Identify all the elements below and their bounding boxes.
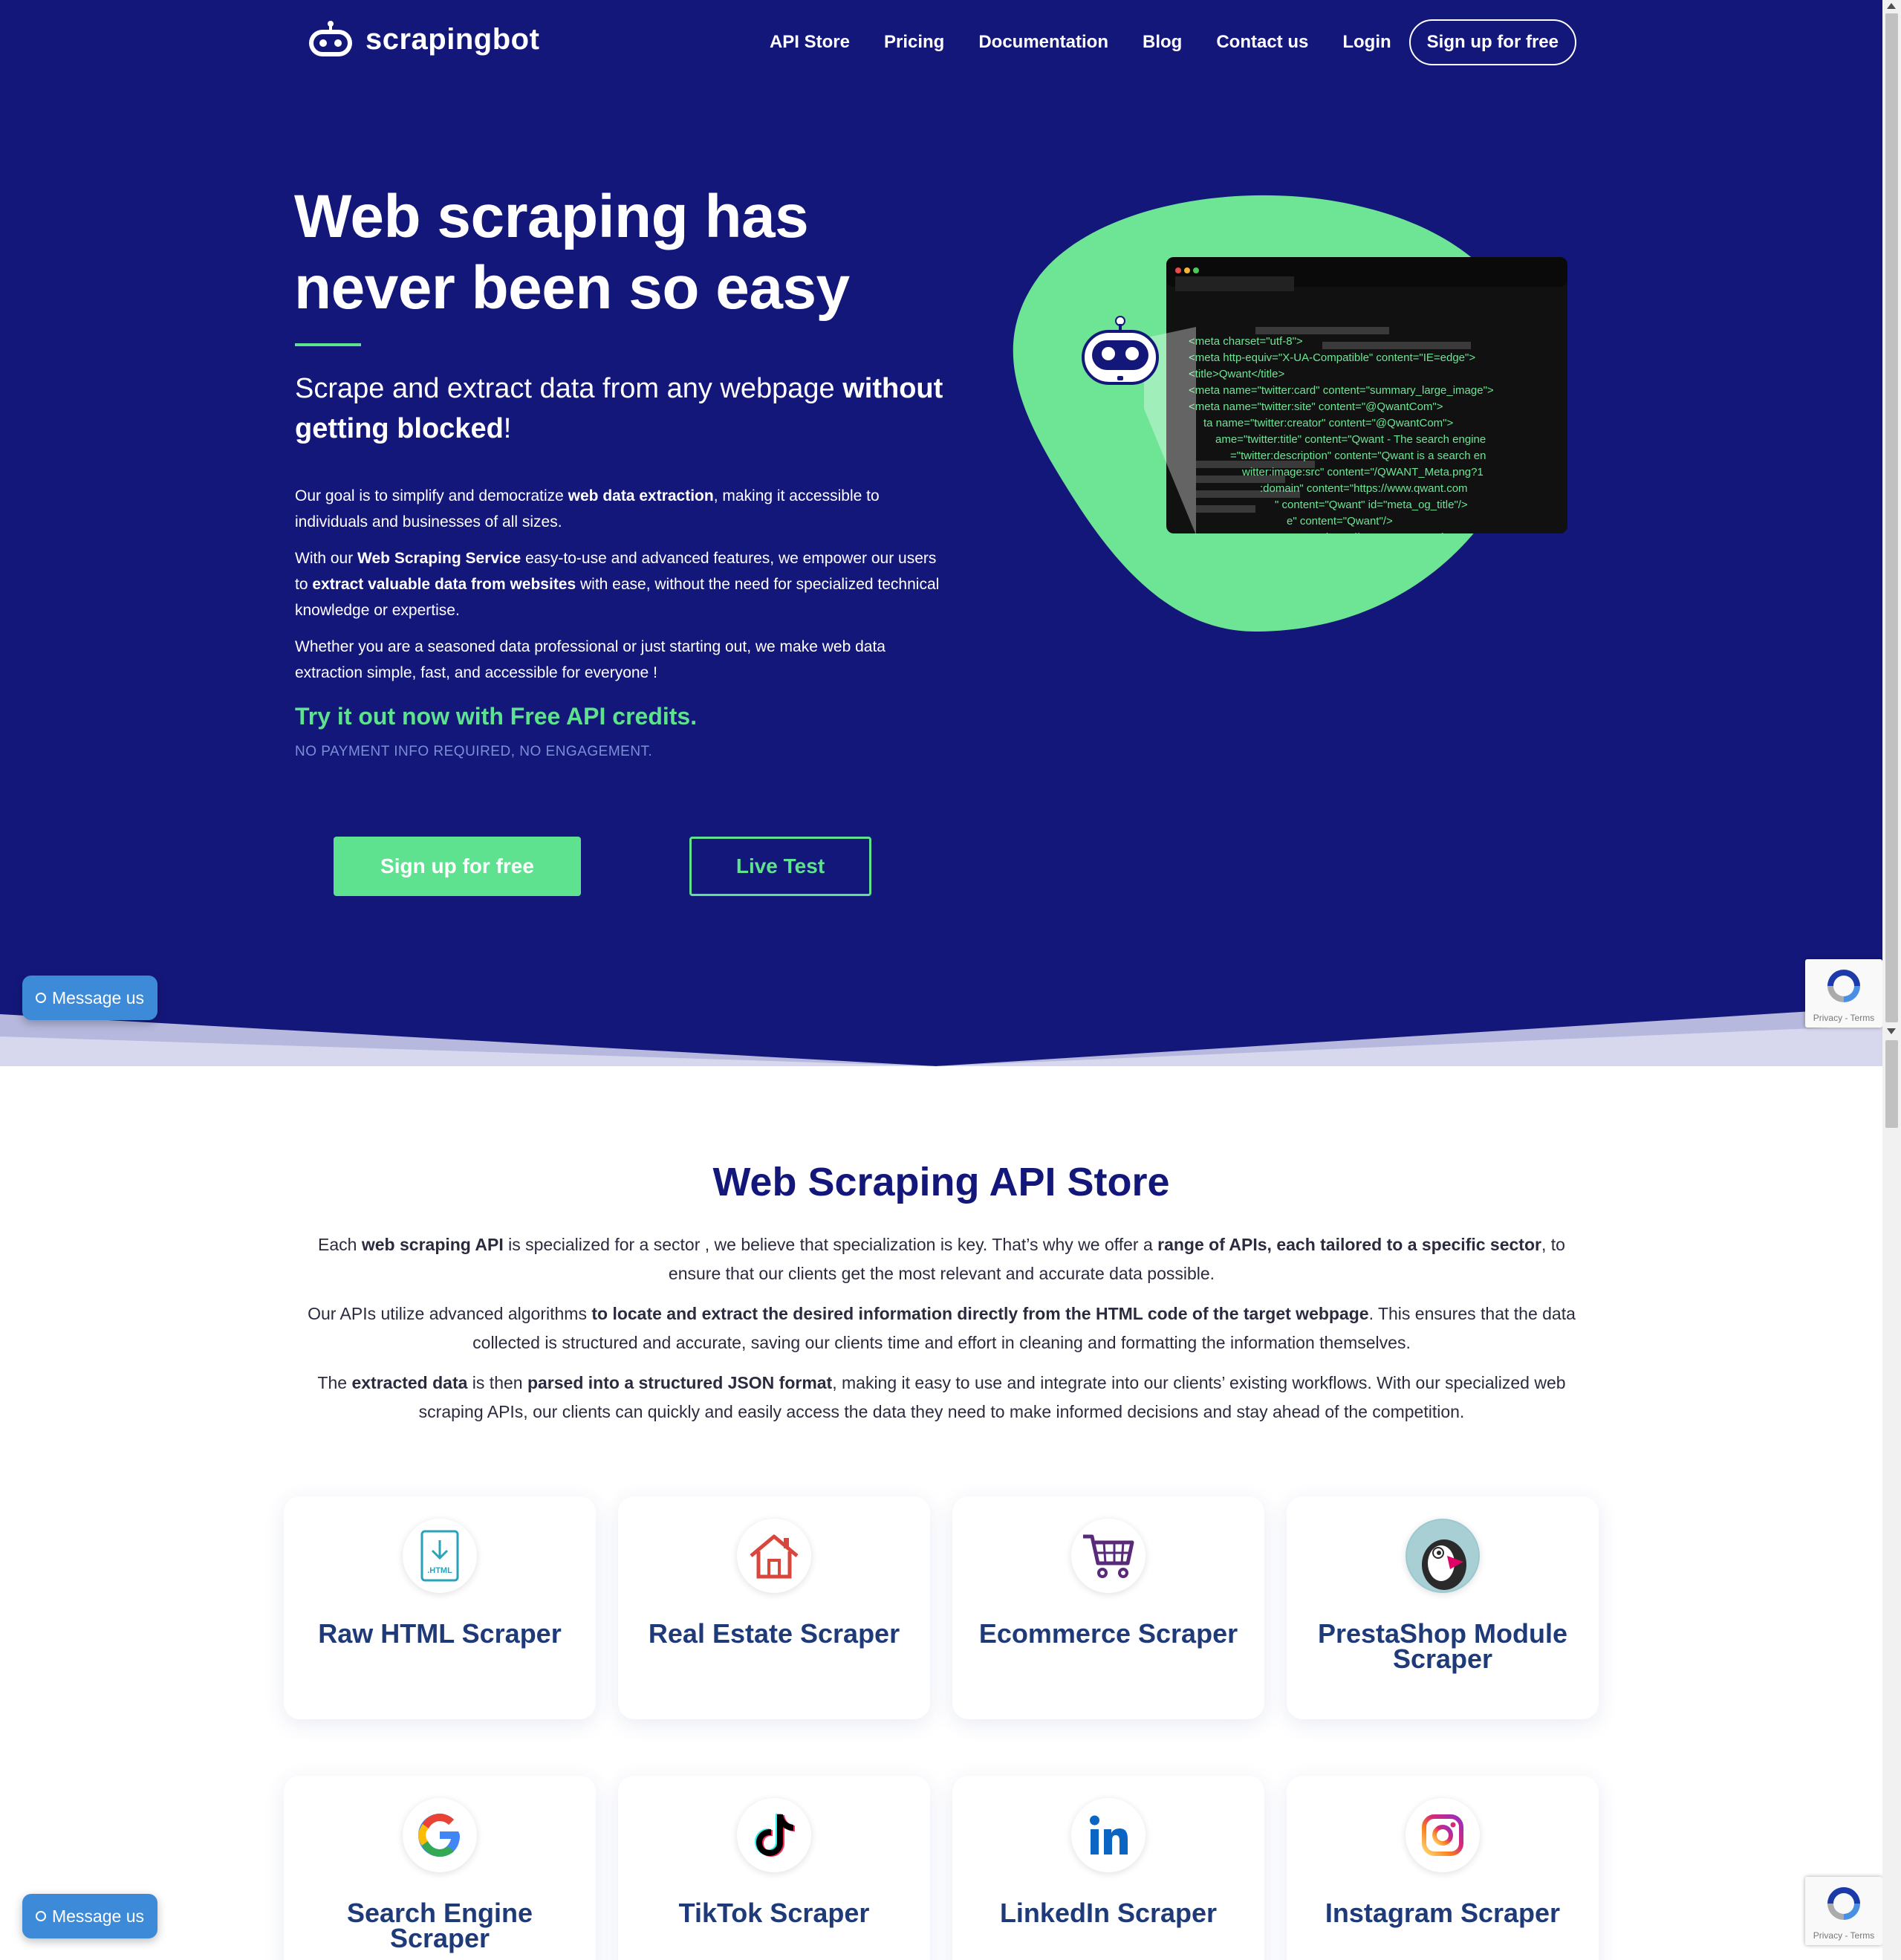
top-navbar: scrapingbot API Store Pricing Documentat…	[0, 0, 1882, 83]
hero-title-underline	[295, 343, 361, 346]
code-line: <meta charset="utf-8">	[1189, 335, 1303, 348]
hero-paragraph-1: Our goal is to simplify and democratize …	[295, 487, 880, 530]
card-title: LinkedIn Scraper	[999, 1898, 1218, 1928]
nav-link-documentation[interactable]: Documentation	[978, 32, 1108, 53]
hero-subtitle-end: !	[503, 413, 512, 444]
robot-logo-icon	[309, 21, 352, 56]
nav-link-api-store[interactable]: API Store	[770, 32, 850, 53]
code-line: ="twitter:description" content="Qwant is…	[1230, 450, 1486, 462]
card-instagram-scraper[interactable]: Instagram Scraper	[1287, 1776, 1599, 1960]
hero-body-text: Our goal is to simplify and democratize …	[295, 483, 949, 696]
card-title: Instagram Scraper	[1325, 1898, 1561, 1928]
hero-paragraph-3: Whether you are a seasoned data professi…	[295, 638, 885, 681]
card-title: PrestaShop Module Scraper	[1317, 1618, 1568, 1674]
code-line: :domain" content="https://www.qwant.com	[1260, 482, 1468, 495]
nav-links: API Store Pricing Documentation Blog Con…	[735, 19, 1576, 65]
brand-logo[interactable]: scrapingbot	[306, 19, 539, 59]
nav-link-login[interactable]: Login	[1342, 32, 1391, 53]
live-test-button[interactable]: Live Test	[689, 837, 871, 896]
code-line: <title>Qwant</title>	[1189, 368, 1284, 380]
google-icon	[403, 1798, 477, 1872]
hero-signup-button[interactable]: Sign up for free	[334, 837, 581, 896]
svg-text:.HTML: .HTML	[427, 1566, 452, 1575]
recaptcha-badge-bottom[interactable]: Privacy - Terms	[1805, 1877, 1882, 1945]
page-scrollbar[interactable]	[1882, 0, 1901, 1960]
recaptcha-icon	[1827, 970, 1860, 1002]
message-us-button-bottom[interactable]: Message us	[22, 1894, 157, 1938]
card-raw-html-scraper[interactable]: .HTML Raw HTML Scraper	[284, 1496, 596, 1719]
card-real-estate-scraper[interactable]: Real Estate Scraper	[618, 1496, 930, 1719]
card-title: Raw HTML Scraper	[318, 1618, 562, 1649]
nav-link-blog[interactable]: Blog	[1143, 32, 1182, 53]
hero-title: Web scraping has never been so easy	[294, 183, 850, 322]
card-prestashop-module-scraper[interactable]: PrestaShop Module Scraper	[1287, 1496, 1599, 1719]
scroll-down-arrow-icon[interactable]	[1887, 1028, 1896, 1034]
chat-bubble-icon	[35, 1911, 46, 1921]
api-store-title: Web Scraping API Store	[712, 1160, 1170, 1204]
recaptcha-label[interactable]: Privacy - Terms	[1805, 1013, 1882, 1023]
recaptcha-label[interactable]: Privacy - Terms	[1805, 1930, 1882, 1941]
hero-wave-divider	[0, 1007, 1882, 1066]
card-tiktok-scraper[interactable]: TikTok Scraper	[618, 1776, 930, 1960]
scrollbar-thumb[interactable]	[1885, 13, 1898, 1022]
chat-bubble-icon	[35, 993, 46, 1003]
code-line: e" content="Qwant"/>	[1287, 515, 1393, 528]
html-file-icon: .HTML	[403, 1519, 477, 1593]
message-us-button[interactable]: Message us	[22, 976, 157, 1020]
message-us-label: Message us	[51, 987, 144, 1007]
card-title: Search Engine Scraper	[346, 1898, 533, 1953]
code-line: witter:image:src" content="/QWANT_Meta.p…	[1241, 466, 1484, 478]
card-title: Ecommerce Scraper	[978, 1618, 1238, 1649]
code-line: ta name="twitter:creator" content="@Qwan…	[1203, 417, 1453, 429]
code-line: <meta name="twitter:site" content="@Qwan…	[1189, 400, 1443, 413]
house-icon	[737, 1519, 811, 1593]
card-title: Real Estate Scraper	[648, 1618, 900, 1649]
hero-illustration: <meta charset="utf-8"> <meta http-equiv="…	[1013, 195, 1567, 632]
store-paragraph-1: Each web scraping API is specialized for…	[318, 1235, 1565, 1283]
instagram-icon	[1406, 1798, 1480, 1872]
free-credits-subtitle: NO PAYMENT INFO REQUIRED, NO ENGAGEMENT.	[295, 744, 653, 759]
shopping-cart-icon	[1071, 1519, 1146, 1593]
card-title: TikTok Scraper	[678, 1898, 870, 1928]
code-line: " content="Qwant" id="meta_og_title"/>	[1275, 499, 1468, 511]
hero-subtitle: Scrape and extract data from any webpage…	[295, 369, 964, 449]
scrollbar-thumb-lower[interactable]	[1885, 1040, 1898, 1128]
store-paragraph-2: Our APIs utilize advanced algorithms to …	[308, 1304, 1576, 1352]
hero-paragraph-2: With our Web Scraping Service easy-to-us…	[295, 550, 940, 619]
hero-subtitle-plain: Scrape and extract data from any webpage	[295, 373, 843, 404]
code-line: ame="twitter:title" content="Qwant - The…	[1215, 433, 1486, 446]
card-search-engine-scraper[interactable]: Search Engine Scraper	[284, 1776, 596, 1960]
scroll-up-arrow-icon[interactable]	[1887, 3, 1896, 9]
hero-section: scrapingbot API Store Pricing Documentat…	[0, 0, 1882, 1066]
tiktok-icon	[737, 1798, 811, 1872]
recaptcha-icon	[1827, 1887, 1860, 1920]
nav-signup-button[interactable]: Sign up for free	[1408, 19, 1576, 65]
api-store-description: Each web scraping API is specialized for…	[297, 1230, 1586, 1438]
linkedin-icon	[1071, 1798, 1146, 1872]
code-line: <meta http-equiv="X-UA-Compatible" conte…	[1189, 351, 1475, 364]
recaptcha-badge[interactable]: Privacy - Terms	[1805, 959, 1882, 1028]
code-line: <meta name="twitter:card" content="summa…	[1189, 384, 1494, 397]
nav-link-pricing[interactable]: Pricing	[884, 32, 944, 53]
message-us-label: Message us	[51, 1906, 144, 1926]
nav-link-contact[interactable]: Contact us	[1216, 32, 1308, 53]
prestashop-puffin-icon	[1406, 1519, 1480, 1593]
logo-text: scrapingbot	[365, 22, 540, 56]
free-credits-title: Try it out now with Free API credits.	[295, 703, 698, 730]
store-paragraph-3: The extracted data is then parsed into a…	[317, 1373, 1566, 1421]
card-ecommerce-scraper[interactable]: Ecommerce Scraper	[952, 1496, 1264, 1719]
card-linkedin-scraper[interactable]: LinkedIn Scraper	[952, 1776, 1264, 1960]
